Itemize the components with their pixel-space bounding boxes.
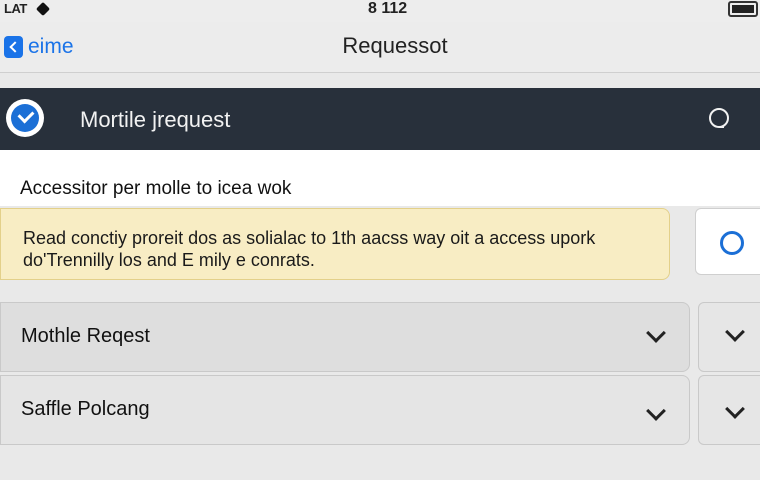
section-description: Accessitor per molle to icea wok — [0, 150, 760, 206]
dropdown-label: Saffle Polcang — [21, 398, 150, 420]
dropdown-row-saffle-polcang[interactable]: Saffle Polcang — [0, 375, 690, 445]
request-header: Mortile jrequest — [0, 88, 760, 150]
dropdown-row-mobile-request[interactable]: Mothle Reqest — [0, 302, 690, 372]
radio-icon — [720, 231, 744, 255]
chevron-down-icon — [646, 401, 666, 421]
navigation-bar: eime Requessot — [0, 22, 760, 73]
dropdown-label: Mothle Reqest — [21, 325, 150, 347]
notice-banner: Read conctiy proreit dos as solialac to … — [0, 208, 670, 280]
page-title: Requessot — [342, 33, 448, 58]
chevron-down-icon — [646, 323, 666, 343]
chevron-down-icon — [725, 399, 745, 419]
signal-icon — [35, 1, 51, 17]
status-bar: LAT 8 112 — [0, 0, 760, 22]
check-circle-icon[interactable] — [6, 99, 44, 137]
search-icon[interactable] — [708, 107, 730, 129]
section-text: Accessitor per molle to icea wok — [20, 178, 292, 199]
chevron-down-icon — [725, 322, 745, 342]
radio-option[interactable] — [695, 208, 760, 275]
battery-icon — [728, 1, 758, 17]
request-header-title: Mortile jrequest — [80, 107, 231, 132]
status-time: 8 112 — [368, 0, 408, 17]
side-dropdown-button[interactable] — [698, 375, 760, 445]
side-dropdown-button[interactable] — [698, 302, 760, 372]
notice-text: Read conctiy proreit dos as solialac to … — [23, 228, 596, 270]
carrier-label: LAT — [4, 1, 27, 16]
